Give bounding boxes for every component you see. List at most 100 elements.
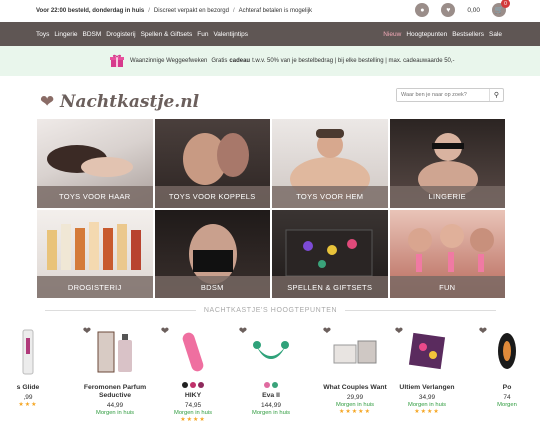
product-name: Ultiem Verlangen xyxy=(399,384,455,391)
product-card[interactable]: ❤ Feromonen Parfum Seductive 44,99 Morge… xyxy=(78,322,152,417)
nav-toys[interactable]: Toys xyxy=(36,31,49,38)
usp-afterpay: Achteraf betalen is mogelijk xyxy=(238,8,313,14)
swatch-pink[interactable] xyxy=(264,382,270,388)
wishlist-heart-icon[interactable]: ♥ xyxy=(441,3,456,17)
product-image: ❤ xyxy=(78,322,152,380)
product-price: 74 xyxy=(503,394,511,401)
heart-badge-icon: ❤ xyxy=(160,326,170,337)
category-label: TOYS VOOR HEM xyxy=(272,185,388,208)
category-lingerie[interactable]: LINGERIE xyxy=(389,119,505,208)
search-icon[interactable]: ⚲ xyxy=(489,89,503,101)
gift-icon xyxy=(110,54,124,68)
product-name: What Couples Want xyxy=(323,384,387,391)
product-name: HIKY xyxy=(184,392,202,399)
nav-bestsellers[interactable]: Bestsellers xyxy=(452,31,484,38)
section-header: NACHTKASTJE'S HOOGTEPUNTEN xyxy=(37,307,504,314)
color-swatches xyxy=(156,382,230,388)
promo-banner[interactable]: Waanzinnige Weggeefweken Gratis cadeau t… xyxy=(0,46,540,76)
swatch-pink[interactable] xyxy=(190,382,196,388)
category-label: TOYS VOOR HAAR xyxy=(37,185,153,208)
nav-sale[interactable]: Sale xyxy=(489,31,502,38)
product-price: 144,99 xyxy=(261,402,281,409)
top-usp-bar: Voor 22:00 besteld, donderdag in huis / … xyxy=(0,0,540,22)
logo-text: Nachtkastje.nl xyxy=(60,92,200,112)
category-toys-voor-haar[interactable]: TOYS VOOR HAAR xyxy=(37,119,153,208)
product-card[interactable]: ❤ HIKY 74,95 Morgen in huis ★★★★ xyxy=(156,322,230,424)
nav-spellen-giftsets[interactable]: Spellen & Giftsets xyxy=(141,31,193,38)
nav-bdsm[interactable]: BDSM xyxy=(83,31,102,38)
header-icons: ● ♥ 0,00 🛒 0 xyxy=(415,0,510,17)
product-image: ❤ xyxy=(390,322,464,380)
product-price: 29,99 xyxy=(346,394,364,401)
swatch-black[interactable] xyxy=(182,382,188,388)
product-card[interactable]: ❤ Po 74 Morgen xyxy=(474,322,540,409)
promo-lead: Waanzinnige Weggeefweken xyxy=(130,58,208,64)
product-card[interactable]: ❤ Ultiem Verlangen 34,99 Morgen in huis … xyxy=(390,322,464,416)
usp-discreet: Discreet verpakt en bezorgd xyxy=(153,8,229,14)
shipping-status: Morgen xyxy=(497,402,517,408)
category-fun[interactable]: FUN xyxy=(389,209,505,298)
product-name: Eva II xyxy=(262,392,280,399)
product-carousel: s Glide ,99 ★★★ ❤ Feromonen Parfum Seduc… xyxy=(0,322,540,432)
divider-line xyxy=(345,310,497,311)
category-label: DROGISTERIJ xyxy=(37,276,153,298)
product-name: Feromonen Parfum Seductive xyxy=(83,384,147,399)
category-label: FUN xyxy=(389,276,505,298)
rating-stars: ★★★★ xyxy=(180,417,206,423)
shipping-status: Morgen in huis xyxy=(251,410,291,416)
heart-badge-icon: ❤ xyxy=(82,326,92,337)
swatch-purple[interactable] xyxy=(198,382,204,388)
heart-badge-icon: ❤ xyxy=(322,326,332,337)
cart-count-badge: 0 xyxy=(501,0,510,8)
search-input[interactable] xyxy=(397,89,489,101)
nav-nieuw[interactable]: Nieuw xyxy=(383,31,401,38)
category-label: TOYS VOOR KOPPELS xyxy=(154,185,270,208)
product-price: 74,95 xyxy=(184,402,202,409)
product-image xyxy=(0,322,56,380)
category-label: BDSM xyxy=(154,276,270,298)
nav-drogisterij[interactable]: Drogisterij xyxy=(106,31,135,38)
logo-heart-icon: ❤ xyxy=(40,92,55,111)
product-card[interactable]: s Glide ,99 ★★★ xyxy=(0,322,56,408)
nav-fun[interactable]: Fun xyxy=(197,31,208,38)
usp-separator: / xyxy=(232,8,235,14)
category-label: LINGERIE xyxy=(389,185,505,208)
category-spellen-giftsets[interactable]: SPELLEN & GIFTSETS xyxy=(272,209,388,298)
product-image: ❤ xyxy=(234,322,308,380)
product-name: Po xyxy=(502,384,512,391)
shipping-status: Morgen in huis xyxy=(95,410,135,416)
usp-delivery: Voor 22:00 besteld, donderdag in huis xyxy=(36,8,145,14)
promo-gift-word: cadeau xyxy=(229,58,251,64)
heart-badge-icon: ❤ xyxy=(238,326,248,337)
promo-details: t.w.v. 50% van je bestelbedrag | bij elk… xyxy=(252,58,455,64)
product-price: 44,99 xyxy=(106,402,124,409)
account-icon[interactable]: ● xyxy=(415,3,430,17)
promo-free: Gratis xyxy=(211,58,228,64)
rating-stars: ★★★ xyxy=(18,402,38,408)
site-logo[interactable]: ❤ Nachtkastje.nl xyxy=(40,92,199,112)
main-nav: Toys Lingerie BDSM Drogisterij Spellen &… xyxy=(0,22,540,46)
category-drogisterij[interactable]: DROGISTERIJ xyxy=(37,209,153,298)
search-box: ⚲ xyxy=(396,88,504,102)
swatch-green[interactable] xyxy=(272,382,278,388)
color-swatches xyxy=(234,382,308,388)
category-grid: TOYS VOOR HAAR TOYS VOOR KOPPELS TOYS VO… xyxy=(37,119,505,300)
nav-hoogtepunten[interactable]: Hoogtepunten xyxy=(406,31,447,38)
category-bdsm[interactable]: BDSM xyxy=(154,209,270,298)
product-image: ❤ xyxy=(156,322,230,380)
product-price: 34,99 xyxy=(418,394,436,401)
product-name: s Glide xyxy=(16,384,40,391)
rating-stars: ★★★★ xyxy=(414,409,440,415)
nav-lingerie[interactable]: Lingerie xyxy=(54,31,77,38)
category-toys-voor-hem[interactable]: TOYS VOOR HEM xyxy=(272,119,388,208)
product-card[interactable]: ❤ Eva II 144,99 Morgen in huis xyxy=(234,322,308,417)
heart-badge-icon: ❤ xyxy=(478,326,488,337)
product-price: ,99 xyxy=(23,394,33,401)
product-image: ❤ xyxy=(318,322,392,380)
product-card[interactable]: ❤ What Couples Want 29,99 Morgen in huis… xyxy=(318,322,392,416)
nav-valentijntips[interactable]: Valentijntips xyxy=(213,31,248,38)
cart-icon[interactable]: 🛒 0 xyxy=(492,0,510,17)
cart-total: 0,00 xyxy=(467,6,480,14)
usp-separator: / xyxy=(148,8,150,14)
category-toys-voor-koppels[interactable]: TOYS VOOR KOPPELS xyxy=(154,119,270,208)
